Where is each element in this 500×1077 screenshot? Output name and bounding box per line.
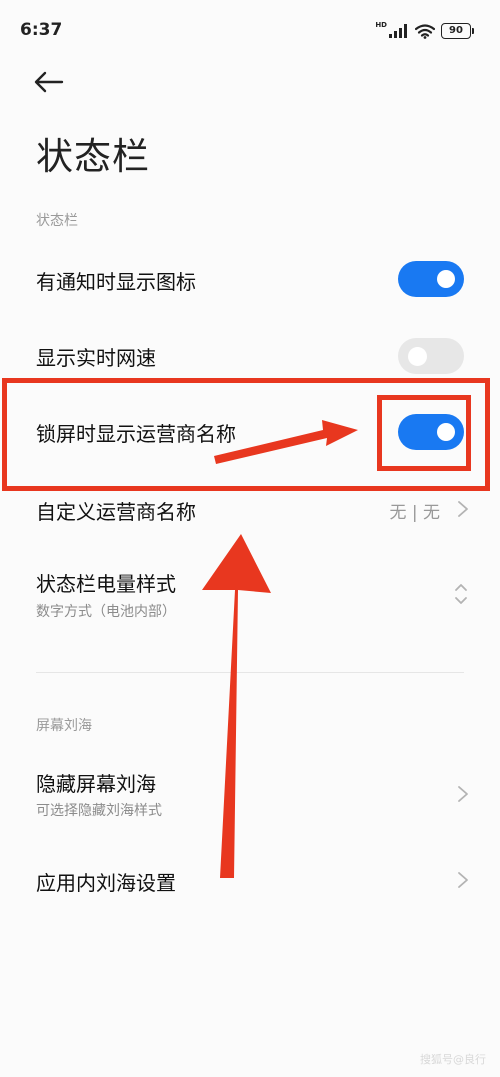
setting-battery-style[interactable]: 状态栏电量样式 数字方式（电池内部） — [0, 560, 500, 630]
status-bar: 6:37 HD 90 — [0, 0, 500, 62]
setting-custom-carrier-name[interactable]: 自定义运营商名称 无 | 无 — [0, 484, 500, 536]
setting-value: 无 | 无 — [389, 503, 440, 523]
chevron-right-icon — [458, 501, 468, 517]
setting-label: 应用内刘海设置 — [36, 871, 176, 895]
section-divider — [36, 672, 464, 673]
back-arrow-icon — [34, 71, 64, 93]
setting-sublabel: 可选择隐藏刘海样式 — [36, 803, 162, 819]
setting-in-app-notch[interactable]: 应用内刘海设置 — [0, 855, 500, 907]
section-label-status-bar: 状态栏 — [36, 213, 78, 229]
toggle-show-network-speed[interactable] — [398, 338, 464, 374]
battery-icon: 90 — [441, 23, 474, 39]
setting-label: 自定义运营商名称 — [36, 500, 196, 524]
chevron-right-icon — [458, 872, 468, 888]
chevron-right-icon — [458, 786, 468, 802]
toggle-show-notification-icons[interactable] — [398, 261, 464, 297]
section-label-notch: 屏幕刘海 — [36, 718, 92, 734]
setting-sublabel: 数字方式（电池内部） — [36, 604, 176, 620]
setting-label: 显示实时网速 — [36, 346, 156, 370]
setting-hide-notch[interactable]: 隐藏屏幕刘海 可选择隐藏刘海样式 — [0, 760, 500, 830]
signal-icon — [389, 24, 407, 38]
hd-indicator: HD — [375, 20, 387, 29]
status-icons: HD 90 — [375, 20, 474, 42]
annotation-highlight-toggle — [377, 395, 471, 471]
status-time: 6:37 — [20, 20, 63, 40]
setting-label: 隐藏屏幕刘海 — [36, 772, 156, 796]
back-button[interactable] — [34, 66, 68, 98]
setting-label: 有通知时显示图标 — [36, 270, 196, 294]
battery-level: 90 — [441, 23, 471, 39]
setting-show-notification-icons[interactable]: 有通知时显示图标 — [0, 250, 500, 312]
page-title: 状态栏 — [36, 135, 150, 178]
wifi-icon — [415, 23, 435, 39]
updown-chevron-icon — [455, 584, 467, 604]
setting-label: 状态栏电量样式 — [36, 572, 176, 596]
watermark: 搜狐号@良行 — [420, 1053, 486, 1066]
